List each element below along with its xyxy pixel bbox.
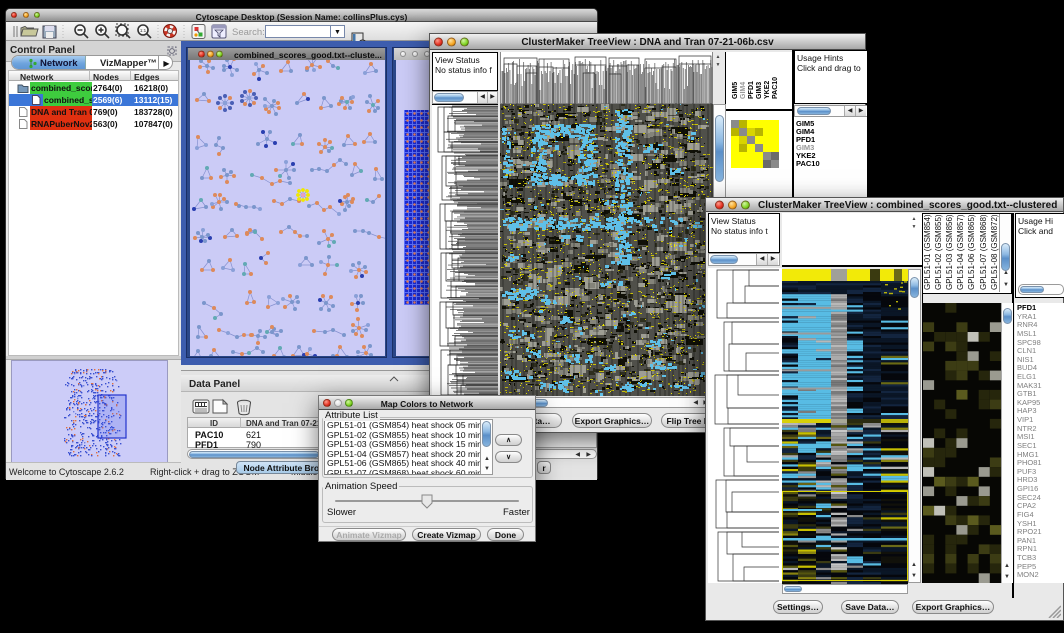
svg-text:1:1: 1:1	[140, 28, 147, 33]
